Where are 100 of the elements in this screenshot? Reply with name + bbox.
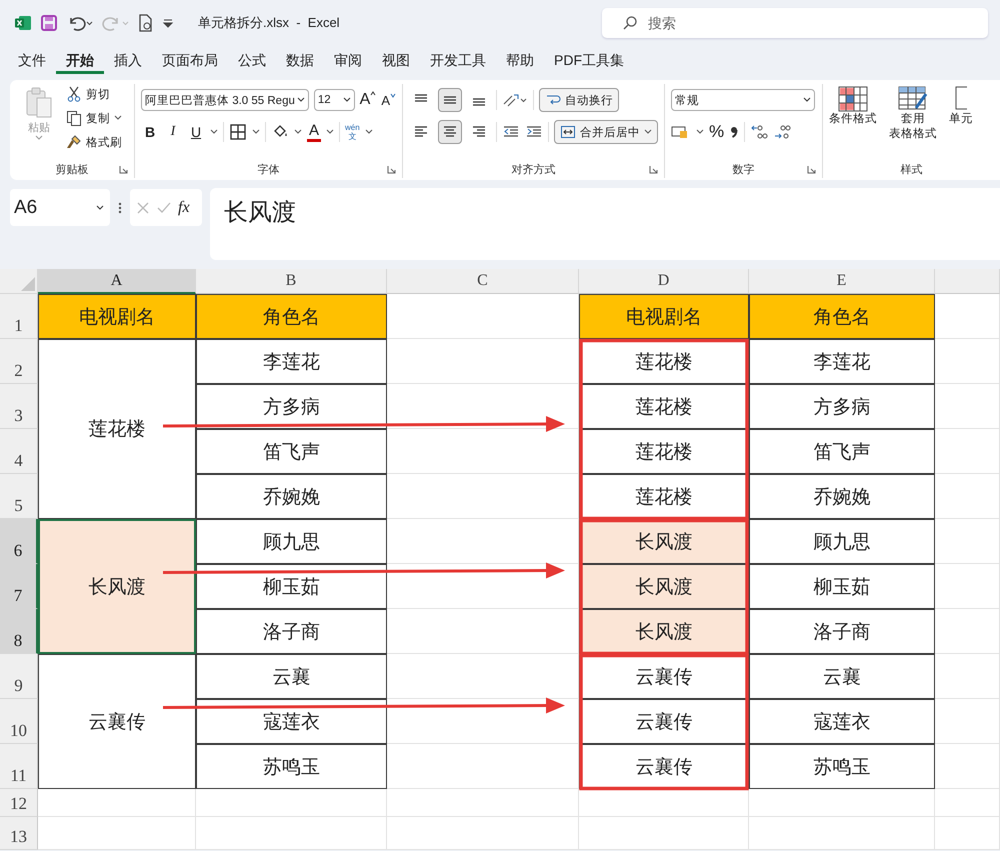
column-header[interactable]: E (749, 269, 935, 294)
caret-icon[interactable] (364, 129, 373, 135)
borders-icon[interactable] (229, 123, 247, 141)
search-field[interactable]: 搜索 (646, 10, 968, 36)
row-header[interactable]: 5 (0, 474, 38, 519)
more-options-icon[interactable] (118, 201, 122, 215)
caret-icon (296, 97, 305, 103)
percent-button[interactable]: % (709, 122, 724, 142)
dialog-launcher-icon[interactable] (807, 164, 816, 174)
table-format-icon (898, 86, 928, 112)
ribbon-tab[interactable]: 开始 (56, 52, 104, 74)
decrease-font-size-button[interactable]: A (381, 92, 396, 108)
style-button[interactable]: 条件格式 (829, 86, 877, 127)
excel-logo-icon (14, 14, 32, 30)
style-button[interactable]: 套用 表格格式 (889, 86, 937, 142)
document-icon[interactable] (138, 14, 154, 32)
style-button[interactable]: 单元 (949, 86, 973, 127)
group-label: 数字 (732, 162, 754, 176)
search-icon (622, 14, 638, 30)
clipboard-button[interactable]: 格式刷 (66, 132, 122, 152)
increase-font-size-button[interactable]: A (360, 91, 376, 109)
ribbon-tab[interactable]: 审阅 (324, 52, 372, 74)
ribbon-tab[interactable]: 插入 (104, 52, 152, 74)
bold-button[interactable]: B (141, 124, 159, 140)
ribbon-tab[interactable]: 视图 (372, 52, 420, 74)
merged-cell: 长风渡 (38, 519, 196, 654)
row-header[interactable]: 10 (0, 699, 38, 744)
empty-cell (935, 654, 1000, 699)
row-header[interactable]: 3 (0, 384, 38, 429)
caret-icon[interactable] (696, 129, 704, 135)
formula-input[interactable]: 长风渡 (210, 188, 1000, 260)
dialog-launcher-icon[interactable] (649, 164, 658, 174)
dialog-launcher-icon[interactable] (119, 164, 128, 174)
column-header[interactable]: C (387, 269, 579, 294)
table-cell: 寇莲衣 (196, 699, 387, 744)
column-header[interactable]: B (196, 269, 387, 294)
row-header[interactable]: 4 (0, 429, 38, 474)
increase-decimal-icon[interactable] (750, 124, 768, 140)
table-cell: 寇莲衣 (749, 699, 935, 744)
horizontal-align-button[interactable] (438, 120, 462, 144)
dialog-launcher-icon[interactable] (387, 164, 396, 174)
row-header[interactable]: 8 (0, 609, 38, 654)
scissors-icon (66, 86, 82, 102)
font-color-button[interactable]: A (307, 122, 322, 142)
ribbon-tab[interactable]: 帮助 (496, 52, 544, 74)
caret-icon[interactable] (326, 129, 334, 135)
underline-button[interactable]: U (187, 124, 205, 140)
empty-cell (935, 519, 1000, 564)
window-title: 单元格拆分.xlsx - Excel (198, 14, 340, 32)
header-cell: 电视剧名 (38, 294, 196, 339)
clipboard-button[interactable]: 剪切 (66, 84, 122, 104)
ribbon-tab[interactable]: 开发工具 (420, 52, 496, 74)
row-header[interactable]: 1 (0, 294, 38, 339)
table-cell: 云襄 (749, 654, 935, 699)
table-cell: 云襄传 (579, 699, 749, 744)
ribbon-tab[interactable]: 公式 (228, 52, 276, 74)
wrap-text-button[interactable]: 自动换行 (539, 88, 619, 112)
column-header[interactable]: D (579, 269, 749, 294)
ribbon-tab[interactable]: PDF工具集 (544, 52, 634, 74)
clipboard-button[interactable]: 复制 (66, 108, 122, 128)
empty-cell (935, 699, 1000, 744)
row-header[interactable]: 9 (0, 654, 38, 699)
row-header[interactable]: 11 (0, 744, 38, 789)
insert-function-button[interactable]: fx (178, 198, 190, 216)
comma-style-icon[interactable] (729, 124, 740, 140)
empty-cell (935, 474, 1000, 519)
text-orientation-icon[interactable] (502, 92, 528, 108)
empty-cell (935, 817, 1000, 850)
number-format-dropdown[interactable]: 常规 (671, 89, 815, 111)
phonetic-guide-button[interactable]: wén 文 (345, 123, 360, 141)
save-icon[interactable] (40, 14, 58, 32)
empty-cell (935, 339, 1000, 384)
group-label: 剪贴板 (56, 162, 88, 176)
merge-center-button[interactable]: 合并后居中 (554, 120, 658, 144)
font-size-dropdown[interactable]: 12 (314, 89, 355, 111)
decrease-decimal-icon[interactable] (773, 124, 792, 140)
ribbon-tab[interactable]: 页面布局 (152, 52, 228, 74)
row-header[interactable]: 6 (0, 519, 38, 564)
merge-cells-icon (560, 124, 576, 140)
group-label: 样式 (900, 162, 922, 176)
vertical-align-button[interactable] (438, 88, 462, 112)
up-caret-icon (370, 91, 376, 96)
row-header[interactable]: 13 (0, 817, 38, 850)
search-box[interactable]: 搜索 (602, 8, 988, 38)
name-box[interactable]: A6 (10, 189, 110, 226)
empty-cell (935, 384, 1000, 429)
italic-button[interactable]: I (164, 124, 182, 140)
row-header[interactable]: 7 (0, 564, 38, 609)
caret-icon[interactable] (294, 129, 302, 135)
caret-icon[interactable] (252, 129, 260, 135)
table-cell: 方多病 (196, 384, 387, 429)
row-header[interactable]: 12 (0, 789, 38, 817)
column-header[interactable]: A (38, 269, 196, 294)
row-header[interactable]: 2 (0, 339, 38, 384)
font-name-dropdown[interactable]: 阿里巴巴普惠体 3.0 55 Regu (141, 89, 309, 111)
ribbon-tab[interactable]: 数据 (276, 52, 324, 74)
caret-icon[interactable] (210, 129, 218, 135)
table-cell: 苏鸣玉 (749, 744, 935, 789)
customize-caret-icon[interactable] (162, 18, 174, 28)
ribbon-tab[interactable]: 文件 (8, 52, 56, 74)
